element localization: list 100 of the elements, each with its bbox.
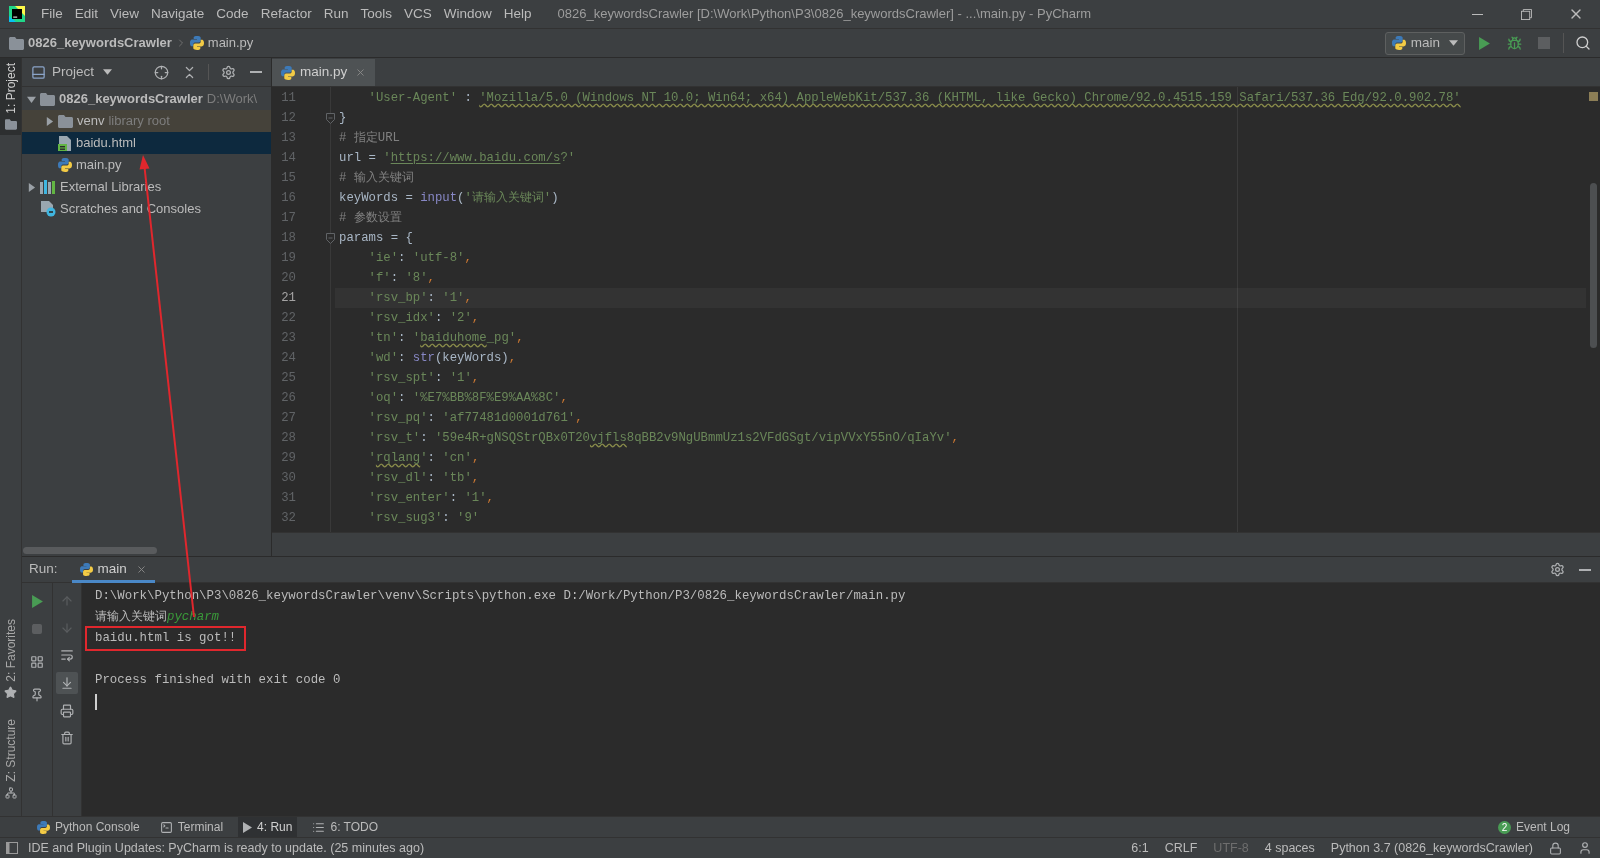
settings-icon bbox=[1549, 562, 1565, 577]
tool-window-button[interactable]: 4: Run bbox=[238, 817, 298, 837]
panel-icon bbox=[31, 64, 46, 80]
menu-item[interactable]: Code bbox=[210, 2, 255, 26]
printer-icon bbox=[60, 704, 74, 718]
line-number: 22 bbox=[280, 309, 296, 327]
search-icon bbox=[1575, 35, 1591, 51]
minimize-icon bbox=[1579, 568, 1591, 571]
tool-window-button[interactable]: 6: TODO bbox=[307, 817, 384, 837]
tool-window-tab[interactable]: 2: Favorites bbox=[0, 613, 21, 705]
code-line: keyWords = input('请输入关键词') bbox=[339, 190, 559, 207]
event-count-badge: 2 bbox=[1497, 820, 1511, 834]
tool-window-tab[interactable]: Z: Structure bbox=[0, 714, 21, 804]
python-file-icon bbox=[58, 158, 72, 172]
line-number: 14 bbox=[280, 149, 296, 167]
code-line: 'rsv_dl': 'tb', bbox=[367, 470, 480, 487]
settings-button[interactable] bbox=[1548, 560, 1566, 579]
close-tab-icon[interactable] bbox=[355, 67, 367, 78]
status-item[interactable]: 4 spaces bbox=[1264, 838, 1315, 858]
scrollbar-thumb[interactable] bbox=[1589, 183, 1597, 348]
locate-button[interactable] bbox=[152, 63, 170, 81]
up-arrow-icon bbox=[60, 594, 74, 608]
folder-icon bbox=[4, 118, 17, 130]
code-line: 'User-Agent' : 'Mozilla/5.0 (Windows NT 10.0; Win64; x64) AppleWebKit/537.36 (KHTML, like Gecko) Chrome/92.0.4515.159 Safari/537.36 Edg/92.0.902.78' bbox=[367, 90, 1461, 107]
settings-button[interactable] bbox=[219, 63, 237, 81]
tree-item[interactable]: venv library root bbox=[22, 110, 271, 132]
tool-window-button[interactable]: Terminal bbox=[154, 817, 229, 837]
menu-item[interactable]: View bbox=[104, 2, 146, 26]
code-line: url = 'https://www.baidu.com/s?' bbox=[339, 150, 576, 167]
line-number: 19 bbox=[280, 249, 296, 267]
breadcrumb-item[interactable]: main.py bbox=[189, 33, 254, 53]
disclosure-triangle-icon[interactable] bbox=[44, 116, 54, 126]
code-line: 'oq': '%E7%BB%8F%E9%AA%8C', bbox=[367, 390, 568, 407]
run-configuration-dropdown[interactable]: main bbox=[1384, 31, 1465, 55]
play-icon bbox=[243, 821, 253, 833]
dropdown-caret-icon bbox=[1449, 40, 1458, 46]
person-icon[interactable] bbox=[1578, 841, 1592, 855]
breadcrumb-item[interactable]: 0826_keywordsCrawler bbox=[9, 33, 172, 53]
hint-text: D:\Work\ bbox=[206, 90, 258, 109]
tool-window-button[interactable]: Python Console bbox=[32, 817, 145, 837]
disclosure-triangle-icon[interactable] bbox=[26, 94, 36, 104]
python-icon bbox=[79, 563, 93, 576]
warning-marker-icon[interactable] bbox=[1588, 92, 1598, 101]
hint-text: library root bbox=[108, 112, 170, 131]
status-item[interactable]: CRLF bbox=[1164, 838, 1198, 858]
code-line: # 输入关键词 bbox=[339, 170, 414, 187]
code-line: # 指定URL bbox=[339, 130, 400, 147]
menu-item[interactable]: Run bbox=[317, 2, 355, 26]
scroll-to-end-button[interactable] bbox=[56, 672, 78, 694]
line-number: 20 bbox=[280, 269, 296, 287]
event-log-button[interactable]: 2 Event Log bbox=[1497, 818, 1570, 836]
settings-icon bbox=[220, 64, 236, 80]
lock-icon[interactable] bbox=[1549, 841, 1562, 855]
python-file-icon bbox=[281, 65, 295, 80]
tree-item[interactable]: main.py bbox=[22, 154, 271, 176]
line-number: 21 bbox=[280, 289, 296, 307]
scroll-to-end-icon bbox=[60, 676, 74, 690]
menu-item[interactable]: Refactor bbox=[254, 2, 318, 26]
code-line: } bbox=[339, 110, 347, 127]
disclosure-triangle-icon[interactable] bbox=[26, 182, 36, 192]
code-line: 'rsv_spt': '1', bbox=[367, 370, 480, 387]
minimize-icon bbox=[1472, 13, 1483, 15]
status-item[interactable]: Python 3.7 (0826_keywordsCrawler) bbox=[1330, 838, 1533, 858]
menu-item[interactable]: Help bbox=[497, 2, 538, 26]
list-icon bbox=[312, 820, 326, 834]
code-line: 'tn': 'baiduhome_pg', bbox=[367, 330, 524, 347]
tool-window-tab[interactable]: 1: Project bbox=[0, 58, 21, 135]
menu-item[interactable]: Navigate bbox=[145, 2, 211, 26]
code-line: # 参数设置 bbox=[339, 210, 402, 227]
line-number: 27 bbox=[280, 409, 296, 427]
status-message: IDE and Plugin Updates: PyCharm is ready to update. (25 minutes ago) bbox=[28, 839, 425, 857]
menu-item[interactable]: VCS bbox=[397, 2, 438, 26]
stop-icon bbox=[31, 623, 43, 635]
line-number: 12 bbox=[280, 109, 296, 127]
structure-icon bbox=[4, 787, 17, 799]
editor-tab[interactable]: main.py bbox=[272, 59, 376, 86]
line-number: 25 bbox=[280, 369, 296, 387]
crosshair-icon bbox=[153, 64, 169, 80]
fold-marker-icon[interactable] bbox=[325, 112, 335, 124]
tool-windows-toggle-icon[interactable] bbox=[6, 842, 18, 854]
code-line: 'rqlang': 'cn', bbox=[367, 450, 480, 467]
code-line: 'rsv_idx': '2', bbox=[367, 310, 480, 327]
line-number: 24 bbox=[280, 349, 296, 367]
menu-item[interactable]: File bbox=[35, 2, 69, 26]
scrollbar-thumb[interactable] bbox=[23, 546, 157, 554]
line-number: 18 bbox=[280, 229, 296, 247]
fold-marker-icon[interactable] bbox=[325, 232, 335, 244]
menu-item[interactable]: Window bbox=[437, 2, 498, 26]
menu-item[interactable]: Tools bbox=[354, 2, 398, 26]
line-number: 31 bbox=[280, 489, 296, 507]
tree-item[interactable]: baidu.html bbox=[22, 132, 271, 154]
menu-item[interactable]: Edit bbox=[68, 2, 105, 26]
layout-icon bbox=[30, 655, 44, 669]
line-number: 28 bbox=[280, 429, 296, 447]
code-line: 'ie': 'utf-8', bbox=[367, 250, 472, 267]
close-tab-icon[interactable] bbox=[135, 564, 147, 575]
tree-item[interactable]: 0826_keywordsCrawler D:\Work\ bbox=[22, 88, 271, 110]
status-item[interactable]: 6:1 bbox=[1131, 838, 1149, 858]
project-view-dropdown[interactable]: Project bbox=[31, 61, 113, 83]
code-line: 'rsv_sug3': '9' bbox=[367, 510, 480, 527]
